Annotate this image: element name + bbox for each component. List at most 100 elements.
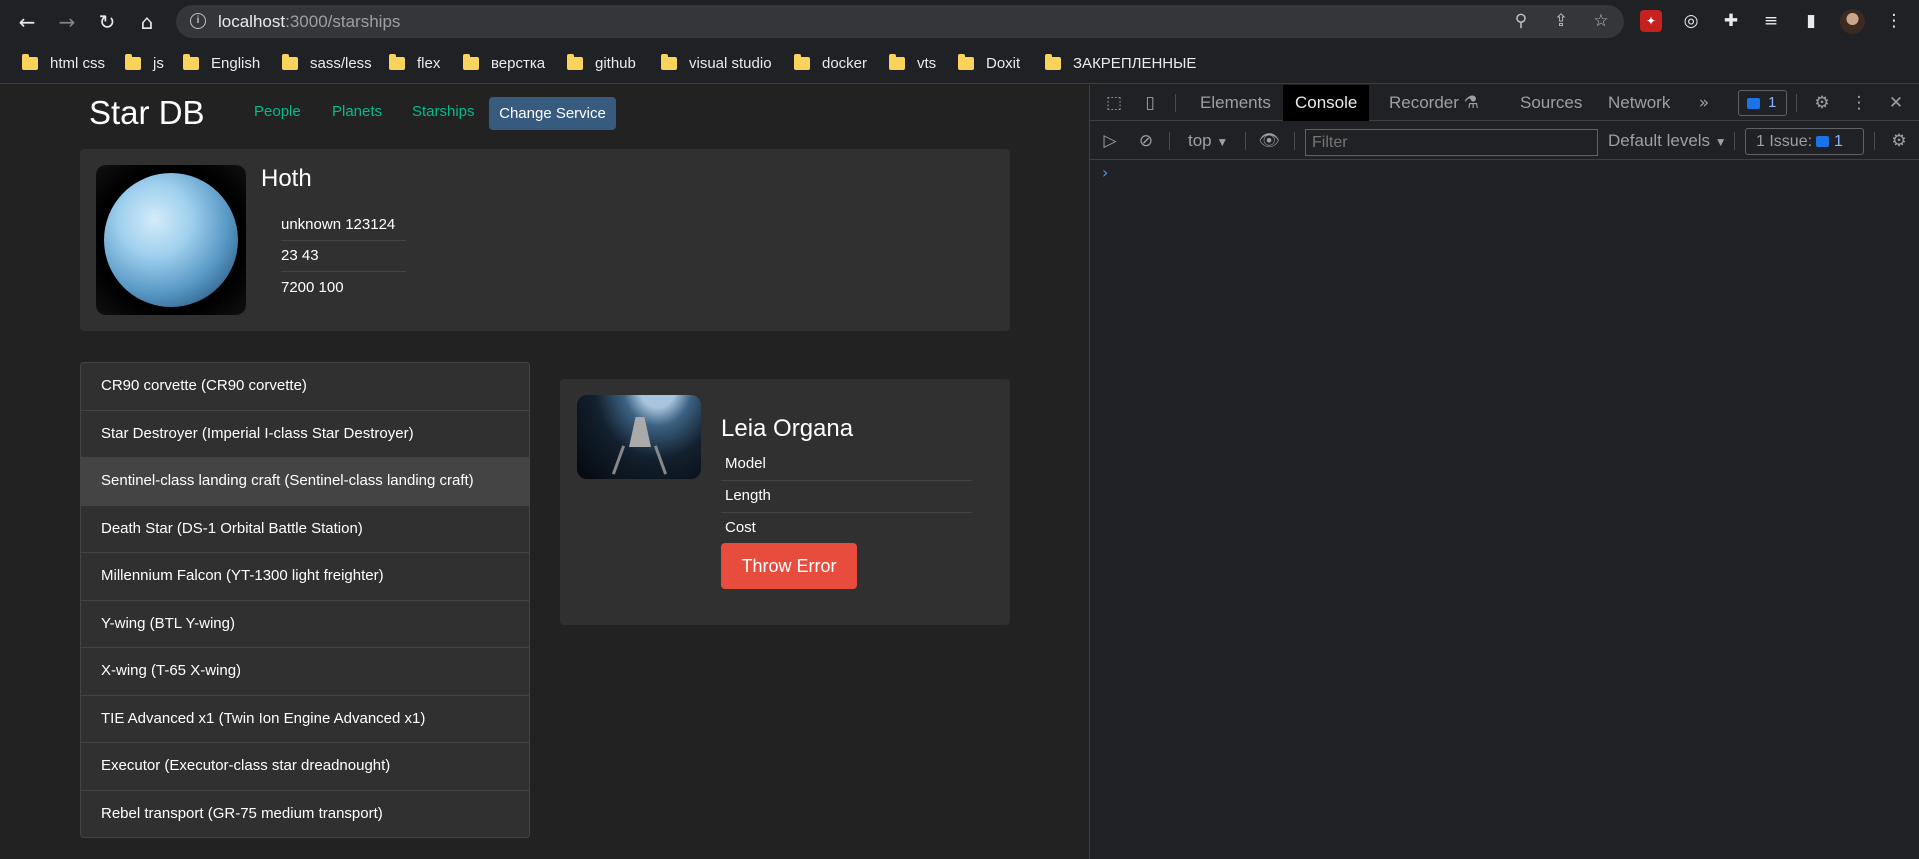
forward-arrow-icon[interactable]: → [54,9,80,35]
folder-icon [282,53,298,70]
bookmark-folder[interactable]: github [567,52,636,74]
details-row-model: Model [721,449,972,481]
divider [1245,132,1246,150]
bookmark-label: ЗАКРЕПЛЕННЫЕ [1073,54,1197,72]
list-item[interactable]: Rebel transport (GR-75 medium transport) [81,791,529,838]
bookmark-folder[interactable]: English [183,52,260,74]
devtools-panel: ⬚ ▯ Elements Console Recorder ⚗ Sources … [1089,85,1919,859]
back-arrow-icon[interactable]: ← [14,9,40,35]
bookmark-folder[interactable]: sass/less [282,52,372,74]
nav-link-people[interactable]: People [254,103,301,120]
share-icon[interactable]: ⇪ [1550,10,1572,32]
planet-detail-row: 23 43 [281,241,406,272]
home-icon[interactable]: ⌂ [134,9,160,35]
list-item[interactable]: X-wing (T-65 X-wing) [81,648,529,696]
issues-button[interactable]: 1 Issue: 1 [1745,128,1864,155]
bookmark-label: Doxit [986,54,1021,72]
list-item[interactable]: Millennium Falcon (YT-1300 light freight… [81,553,529,601]
gear-icon[interactable]: ⚙ [1810,91,1834,115]
bookmark-label: js [153,54,164,72]
console-settings-gear-icon[interactable]: ⚙ [1887,129,1911,153]
badge-count: 1 [1768,94,1777,111]
tab-recorder[interactable]: Recorder ⚗ [1377,85,1491,121]
tab-network[interactable]: Network [1596,85,1682,121]
folder-icon [567,53,583,70]
bookmark-label: html css [50,54,106,72]
bookmark-label: vts [917,54,937,72]
folder-icon [463,53,479,70]
media-queue-icon[interactable]: ≡ [1760,10,1782,32]
folder-icon [183,53,199,70]
log-levels-select[interactable]: Default levels ▼ [1608,131,1727,151]
clear-console-icon[interactable]: ⊘ [1134,129,1158,153]
context-select[interactable]: top ▼ [1188,131,1228,151]
nav-link-starships[interactable]: Starships [412,103,475,120]
reload-icon[interactable]: ↻ [94,9,120,35]
profile-avatar[interactable] [1840,9,1865,34]
divider [1175,94,1176,112]
planet-name: Hoth [261,165,312,192]
messages-badge[interactable]: 1 [1738,90,1787,116]
site-info-icon[interactable]: i [190,13,206,29]
folder-icon [661,53,677,70]
device-toolbar-icon[interactable]: ▯ [1138,91,1162,115]
list-item[interactable]: CR90 corvette (CR90 corvette) [81,363,529,411]
issues-count: 1 [1833,133,1843,150]
dropdown-arrow-icon: ▼ [1714,135,1727,149]
close-icon[interactable]: ✕ [1884,91,1908,115]
message-icon [1747,97,1760,109]
console-filter-input[interactable] [1305,129,1598,156]
nav-link-planets[interactable]: Planets [332,103,382,120]
bookmark-folder[interactable]: docker [794,52,867,74]
folder-icon [958,53,974,70]
planet-image [96,165,246,315]
divider [1874,132,1875,150]
list-item-selected[interactable]: Sentinel-class landing craft (Sentinel-c… [81,458,529,506]
tab-recorder-label: Recorder [1389,93,1459,112]
extensions-puzzle-icon[interactable]: ✚ [1720,10,1742,32]
bookmark-folder[interactable]: flex [389,52,440,74]
list-item[interactable]: Star Destroyer (Imperial I-class Star De… [81,411,529,458]
bookmark-folder[interactable]: ЗАКРЕПЛЕННЫЕ [1045,52,1196,74]
sidebar-toggle-icon[interactable]: ▷ [1098,129,1122,153]
zoom-icon[interactable]: ⚲ [1510,10,1532,32]
message-icon [1816,136,1830,148]
list-item[interactable]: Executor (Executor-class star dreadnough… [81,743,529,791]
inspect-element-icon[interactable]: ⬚ [1102,91,1126,115]
bookmark-label: flex [417,54,441,72]
bookmark-folder[interactable]: vts [889,52,936,74]
extension-target-icon[interactable]: ◎ [1680,10,1702,32]
tab-sources[interactable]: Sources [1508,85,1594,121]
eye-icon[interactable]: 👁 [1257,129,1281,153]
bookmark-folder[interactable]: верстка [463,52,545,74]
extension-red-icon[interactable]: ✦ [1640,10,1662,32]
browser-toolbar: ← → ↻ ⌂ i localhost:3000/starships ⚲ ⇪ ☆… [0,0,1919,43]
console-prompt[interactable]: › [1102,163,1108,182]
menu-kebab-icon[interactable]: ⋮ [1883,10,1905,32]
random-planet-card: Hoth unknown 123124 23 43 7200 100 [80,149,1010,331]
details-row-length: Length [721,481,972,513]
url-text[interactable]: localhost:3000/starships [218,12,400,32]
kebab-menu-icon[interactable]: ⋮ [1847,91,1871,115]
star-bookmark-icon[interactable]: ☆ [1590,10,1612,32]
more-tabs-icon[interactable]: » [1692,91,1716,115]
log-levels-value: Default levels [1608,131,1711,150]
change-service-button[interactable]: Change Service [489,97,616,130]
tab-console[interactable]: Console [1283,85,1370,121]
list-item[interactable]: Y-wing (BTL Y-wing) [81,601,529,648]
list-item[interactable]: TIE Advanced x1 (Twin Ion Engine Advance… [81,696,529,743]
planet-detail-row: 7200 100 [281,279,344,296]
address-bar[interactable]: i localhost:3000/starships ⚲ ⇪ ☆ [176,5,1624,38]
bookmark-folder[interactable]: Doxit [958,52,1020,74]
bookmark-folder[interactable]: html css [22,52,105,74]
bookmark-folder[interactable]: visual studio [661,52,772,74]
folder-icon [125,53,141,70]
divider [1796,94,1797,112]
bookmark-folder[interactable]: js [125,52,164,74]
tab-elements[interactable]: Elements [1188,85,1283,121]
ship-shape [629,417,651,447]
app-brand[interactable]: Star DB [89,94,205,132]
list-item[interactable]: Death Star (DS-1 Orbital Battle Station) [81,506,529,553]
side-panel-icon[interactable]: ▮ [1800,10,1822,32]
throw-error-button[interactable]: Throw Error [721,543,857,589]
